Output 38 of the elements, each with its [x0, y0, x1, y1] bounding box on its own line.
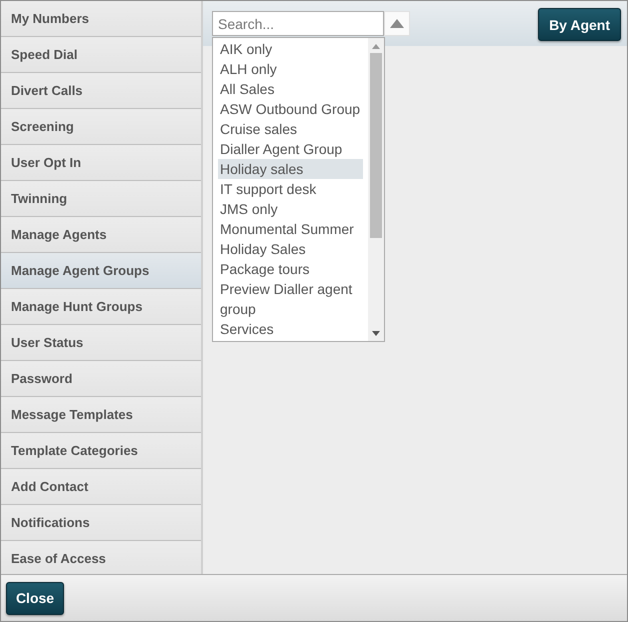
sidebar-item[interactable]: Template Categories	[1, 433, 201, 469]
dropdown-option[interactable]: All Sales	[218, 79, 363, 99]
sidebar-item[interactable]: Manage Hunt Groups	[1, 289, 201, 325]
up-caret-icon	[390, 19, 404, 28]
sidebar-item[interactable]: My Numbers	[1, 1, 201, 37]
sidebar-item[interactable]: Message Templates	[1, 397, 201, 433]
sidebar-item[interactable]: Notifications	[1, 505, 201, 541]
scroll-up-icon[interactable]	[372, 44, 380, 49]
dropdown-option[interactable]: IT support desk	[218, 179, 363, 199]
scroll-down-icon[interactable]	[372, 331, 380, 336]
scrollbar[interactable]	[368, 38, 384, 341]
dropdown-option[interactable]: Dialler Agent Group	[218, 139, 363, 159]
sidebar-item[interactable]: Divert Calls	[1, 73, 201, 109]
sidebar-item[interactable]: Ease of Access	[1, 541, 201, 577]
sidebar-item[interactable]: Password	[1, 361, 201, 397]
dropdown-option[interactable]: Preview Dialler agent group	[218, 279, 363, 319]
by-agent-button[interactable]: By Agent	[538, 8, 621, 41]
sidebar-item[interactable]: Screening	[1, 109, 201, 145]
sidebar-item[interactable]: Speed Dial	[1, 37, 201, 73]
close-button[interactable]: Close	[6, 582, 64, 614]
sidebar-item[interactable]: User Opt In	[1, 145, 201, 181]
sidebar-item[interactable]: Manage Agents	[1, 217, 201, 253]
dropdown-option[interactable]: JMS only	[218, 199, 363, 219]
dropdown-option[interactable]: ASW Outbound Group	[218, 99, 363, 119]
sidebar-item[interactable]: Twinning	[1, 181, 201, 217]
dropdown-option[interactable]: AIK only	[218, 39, 363, 59]
dropdown-option[interactable]: Services	[218, 319, 363, 339]
dropdown-option[interactable]: Monumental Summer Holiday Sales	[218, 219, 363, 259]
dropdown-option[interactable]: Package tours	[218, 259, 363, 279]
dropdown-toggle[interactable]	[384, 11, 410, 36]
sidebar-item[interactable]: User Status	[1, 325, 201, 361]
dropdown-option[interactable]: Holiday sales	[218, 159, 363, 179]
search-field[interactable]: Search...	[212, 11, 384, 36]
sidebar-item[interactable]: Add Contact	[1, 469, 201, 505]
scrollbar-thumb[interactable]	[370, 53, 382, 238]
sidebar-item[interactable]: Manage Agent Groups	[1, 253, 201, 289]
dropdown-option[interactable]: ALH only	[218, 59, 363, 79]
dropdown-option[interactable]: Cruise sales	[218, 119, 363, 139]
